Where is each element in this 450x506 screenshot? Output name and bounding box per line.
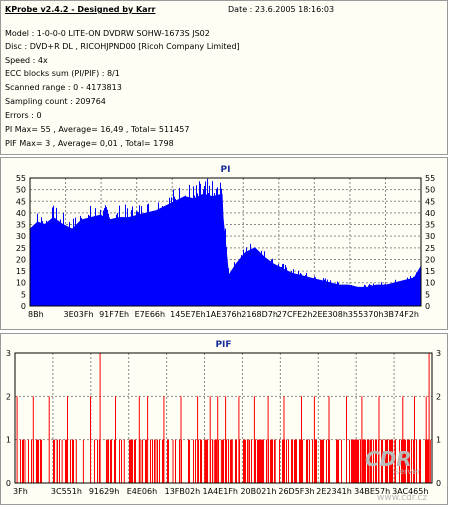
pif-ytick-right: 1: [436, 436, 441, 445]
pif-chart: PIF 0 0 1 1 2 2 3 3 3Fh 3C551h 91629h E4E06h 13FB02h 1…: [6, 340, 441, 503]
pi-chart-panel: PI 0 0 5 5 10 10 15 15 20 20 25 25 30 30 35 35 40 40 45 45 50…: [0, 157, 448, 330]
pif-xtick: E4E06h: [127, 487, 157, 496]
pif-ytick-left: 1: [6, 436, 11, 445]
info-scanned-range: Scanned range : 0 - 4173813: [5, 83, 122, 92]
pif-xtick: 1A4E1Fh: [203, 487, 238, 496]
info-speed: Speed : 4x: [5, 56, 48, 65]
pif-xtick: 3Fh: [13, 487, 28, 496]
info-disc: Disc : DVD+R DL , RICOHJPND00 [Ricoh Com…: [5, 42, 240, 51]
pif-xtick: 20B021h: [240, 487, 276, 496]
pif-chart-panel: PIF 0 0 1 1 2 2 3 3 3Fh 3C551h 91629h E4E06h 13FB02h 1…: [0, 333, 448, 505]
pi-ytick-left: 50: [16, 186, 26, 195]
info-ecc-sum: ECC blocks sum (PI/PIF) : 8/1: [5, 69, 120, 78]
pi-ytick-right: 0: [425, 302, 430, 311]
pif-xtick: 13FB02h: [165, 487, 201, 496]
pi-ytick-right: 30: [425, 232, 435, 241]
pif-title: PIF: [215, 340, 231, 350]
pi-title: PI: [221, 165, 231, 175]
info-sampling-count: Sampling count : 209764: [5, 97, 106, 106]
pi-ytick-right: 25: [425, 244, 435, 253]
scan-date: Date : 23.6.2005 18:16:03: [228, 5, 335, 14]
pif-ytick-right: 0: [436, 479, 441, 488]
watermark-server: server: [395, 467, 421, 476]
pi-ytick-right: 40: [425, 209, 435, 218]
pi-ytick-left: 30: [16, 232, 26, 241]
pif-ytick-left: 2: [6, 392, 11, 401]
pi-ytick-left: 25: [16, 244, 26, 253]
watermark-url: www.cdr.cz: [377, 493, 427, 503]
info-errors: Errors : 0: [5, 111, 42, 120]
app-title: KProbe v2.4.2 - Designed by Karr: [5, 5, 156, 14]
pi-ytick-right: 35: [425, 221, 435, 230]
pi-xtick: 3B74F2h: [383, 310, 419, 319]
pif-xtick: 26D5F3h: [278, 487, 314, 496]
pi-ytick-left: 20: [16, 255, 26, 264]
pi-ytick-left: 5: [21, 290, 26, 299]
pi-ytick-left: 40: [16, 209, 26, 218]
pif-xtick: 3C551h: [51, 487, 82, 496]
pi-ytick-left: 10: [16, 279, 26, 288]
pi-xtick: 145E7Eh: [170, 310, 206, 319]
pi-xtick: 2EE308h: [312, 310, 348, 319]
pif-ytick-right: 2: [436, 392, 441, 401]
pi-ytick-left: 35: [16, 221, 26, 230]
pi-xtick: 8Bh: [28, 310, 44, 319]
pi-xtick: E7E66h: [135, 310, 165, 319]
pi-xtick: 1AE376h: [206, 310, 242, 319]
pif-xtick: 2E2341h: [316, 487, 352, 496]
pi-xtick: 3E03Fh: [64, 310, 94, 319]
pi-xtick: 27CFE2h: [277, 310, 313, 319]
pi-ytick-right: 45: [425, 197, 435, 206]
pi-xtick: 91F7Eh: [99, 310, 129, 319]
pi-ytick-right: 15: [425, 267, 435, 276]
pi-ytick-right: 5: [425, 290, 430, 299]
pif-ytick-left: 0: [6, 479, 11, 488]
pi-chart: PI0 05 510 1015 1520 2025 2530 3035 3540 4045 4550…: [16, 165, 435, 319]
info-pif-stats: PIF Max= 3 , Average= 0,01 , Total= 1798: [5, 139, 174, 148]
info-panel: KProbe v2.4.2 - Designed by Karr Date : …: [0, 0, 448, 155]
info-pi-stats: PI Max= 55 , Average= 16,49 , Total= 511…: [5, 125, 190, 134]
pif-xtick: 91629h: [89, 487, 120, 496]
pi-xtick: 2168D7h: [241, 310, 278, 319]
pi-ytick-right: 20: [425, 255, 435, 264]
pi-ytick-left: 45: [16, 197, 26, 206]
pi-ytick-right: 50: [425, 186, 435, 195]
pi-ytick-left: 55: [16, 174, 26, 183]
pi-xtick: 355370h: [348, 310, 384, 319]
pi-ytick-left: 15: [16, 267, 26, 276]
pif-ytick-right: 3: [436, 349, 441, 358]
pi-ytick-left: 0: [21, 302, 26, 311]
pi-ytick-right: 10: [425, 279, 435, 288]
info-model: Model : 1-0-0-0 LITE-ON DVDRW SOHW-1673S…: [5, 29, 210, 38]
pif-ytick-left: 3: [6, 349, 11, 358]
pi-ytick-right: 55: [425, 174, 435, 183]
